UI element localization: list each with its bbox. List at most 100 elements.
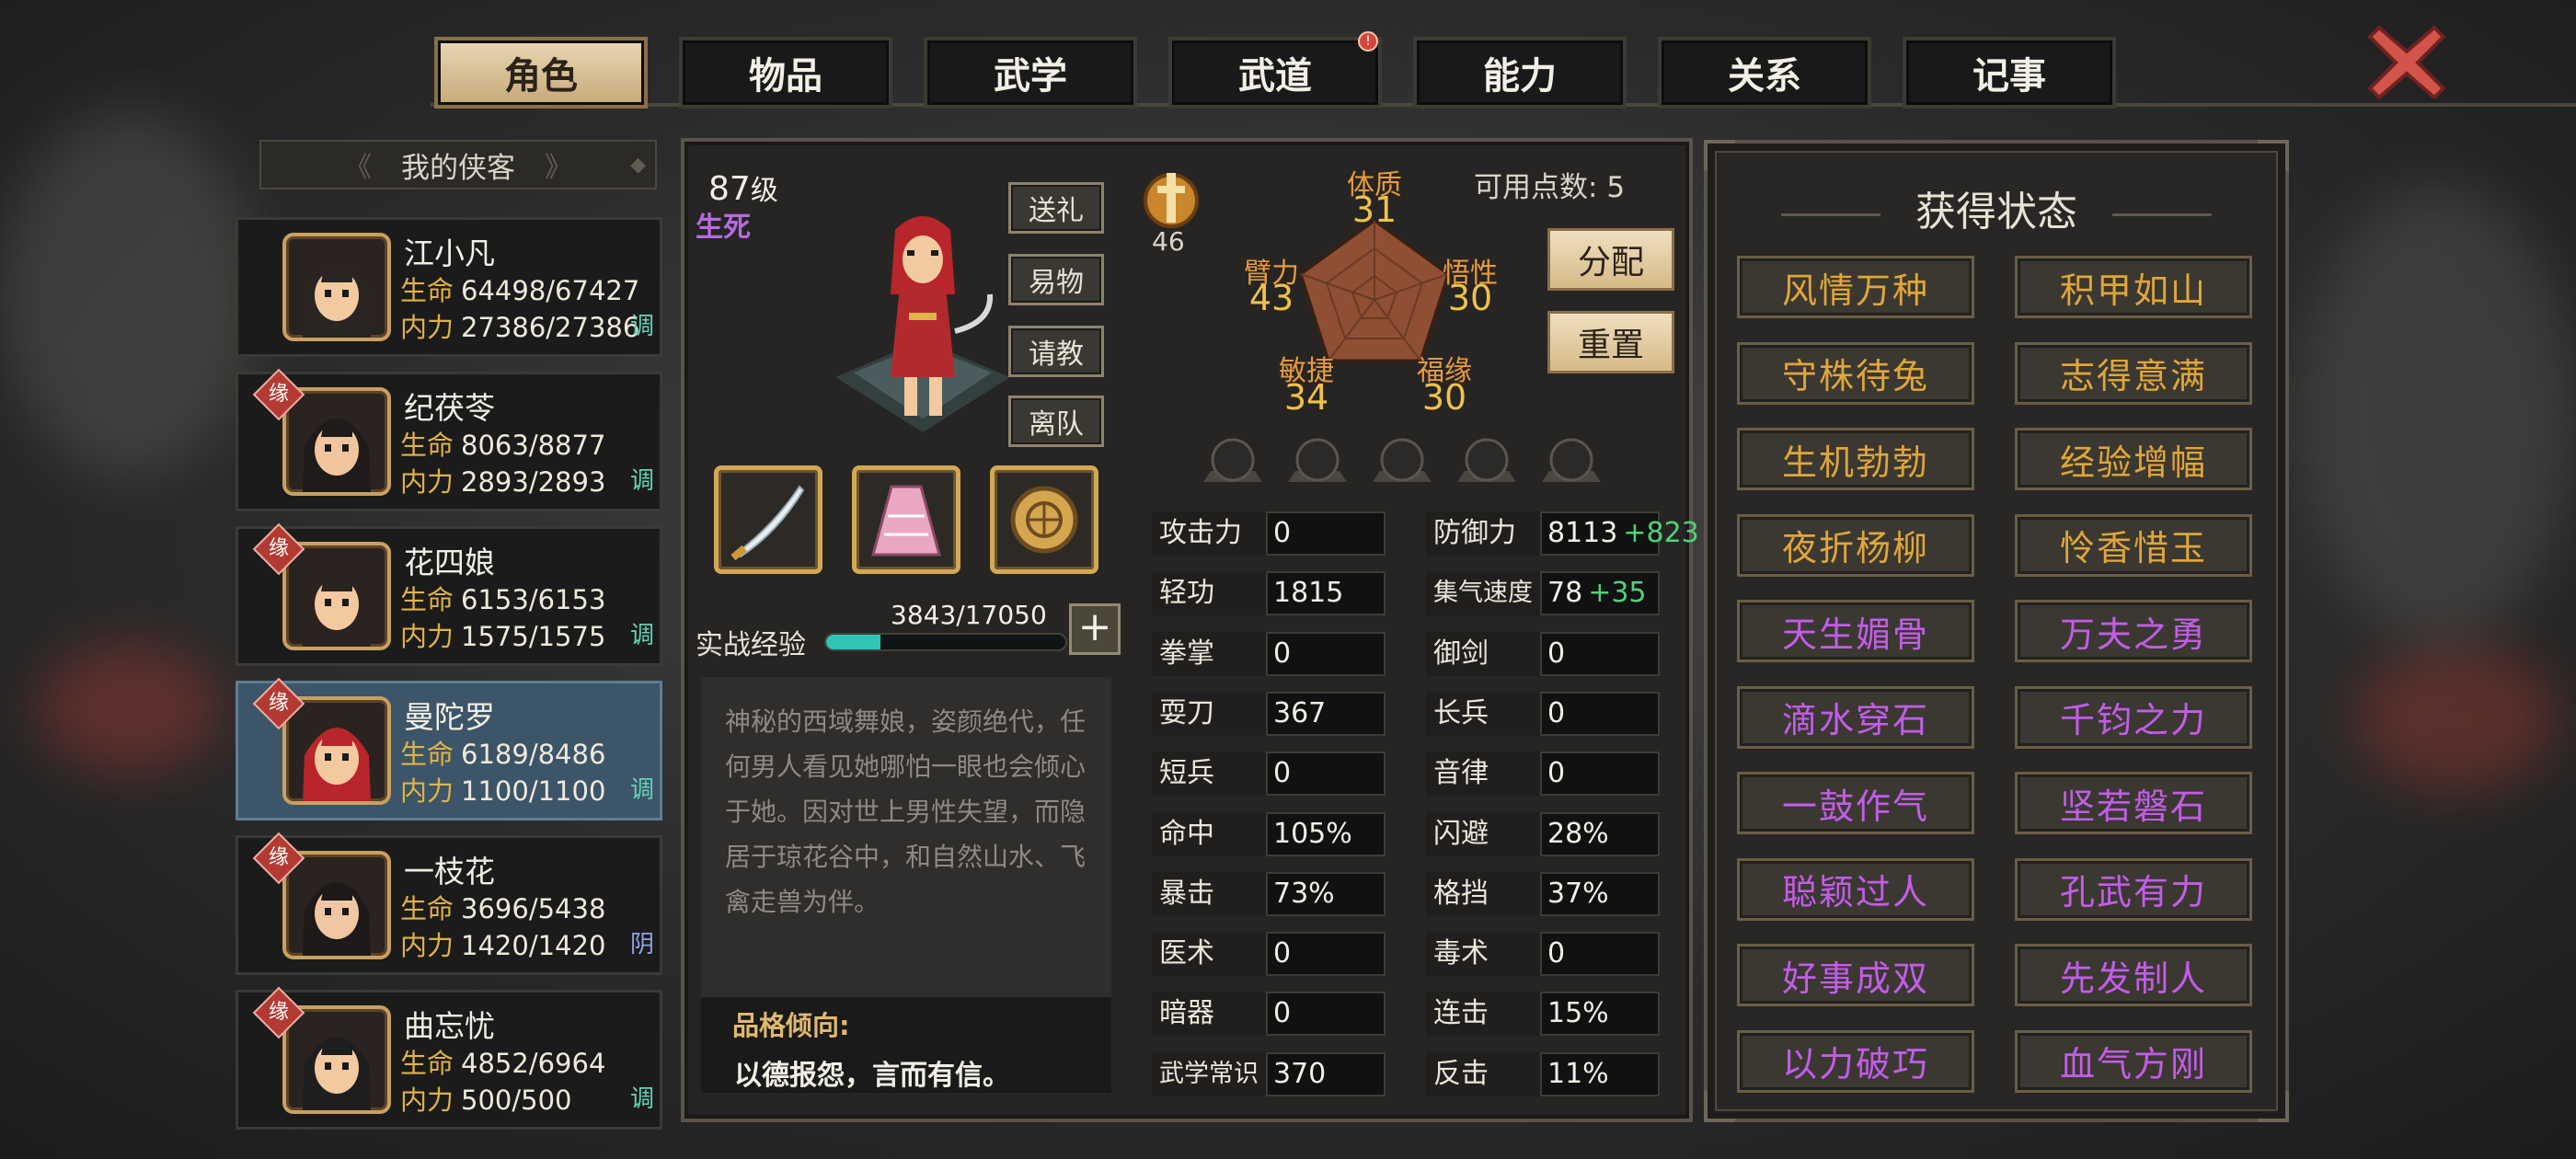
trade-button[interactable]: 易物 xyxy=(1008,254,1104,305)
gift-button[interactable]: 送礼 xyxy=(1008,182,1104,234)
status-effect-button[interactable]: 坚若磐石 xyxy=(2015,772,2252,834)
notification-badge: ! xyxy=(1358,31,1378,52)
socket-icon[interactable] xyxy=(1454,434,1520,489)
stat-number: 1815 xyxy=(1273,577,1344,609)
status-panel-title: 获得状态 xyxy=(1915,189,2077,235)
roster-item[interactable]: 缘一枝花 生命 3696/5438 内力 1420/1420 阴 xyxy=(236,832,662,975)
stat-value: 0 xyxy=(1540,752,1660,796)
stat-number: 0 xyxy=(1547,637,1566,670)
tab-0[interactable]: 角色 xyxy=(434,37,648,109)
status-effect-button[interactable]: 滴水穿石 xyxy=(1737,685,1974,749)
stat-label: 轻功 xyxy=(1152,571,1266,615)
stat-value: 28% xyxy=(1540,812,1660,856)
roster-name: 花四娘 xyxy=(404,545,495,580)
tab-3[interactable]: 武道 xyxy=(1168,37,1382,109)
hp-line: 生命 6189/8486 xyxy=(400,733,605,772)
reset-button[interactable]: 重置 xyxy=(1547,311,1674,373)
status-tag: 调 xyxy=(629,467,654,495)
corner-ornament xyxy=(2258,1091,2289,1122)
roster-name: 曼陀罗 xyxy=(404,699,495,735)
stat-row-left: 攻击力 0 xyxy=(1152,508,1391,556)
stat-row-right: 防御力 8113 +823 xyxy=(1426,508,1699,556)
tab-6[interactable]: 记事 xyxy=(1903,37,2116,109)
status-effect-button[interactable]: 孔武有力 xyxy=(2015,857,2252,921)
tab-5[interactable]: 关系 xyxy=(1658,37,1871,109)
status-effect-button[interactable]: 夜折杨柳 xyxy=(1737,513,1974,577)
status-effect-button[interactable]: 怜香惜玉 xyxy=(2015,513,2252,577)
status-effect-button[interactable]: 积甲如山 xyxy=(2015,256,2252,318)
stat-label: 武学常识 xyxy=(1152,1052,1266,1096)
status-effect-button[interactable]: 经验增幅 xyxy=(2015,428,2252,490)
hp-label: 生命 xyxy=(400,893,454,924)
stat-label: 御剑 xyxy=(1426,632,1540,676)
tab-2[interactable]: 武学 xyxy=(924,37,1137,109)
mp-line: 内力 2893/2893 xyxy=(400,461,605,499)
stat-row-left: 暗器 0 xyxy=(1152,988,1391,1036)
corner-ornament xyxy=(1704,1091,1735,1122)
stat-row-right: 集气速度 78 +35 xyxy=(1426,568,1665,615)
mp-line: 内力 1420/1420 xyxy=(400,924,605,963)
roster-name: 曲忘忧 xyxy=(404,1008,495,1044)
status-effect-button[interactable]: 万夫之勇 xyxy=(2015,600,2252,662)
status-effect-button[interactable]: 一鼓作气 xyxy=(1737,772,1974,834)
stat-number: 0 xyxy=(1547,937,1566,970)
status-effect-button[interactable]: 志得意满 xyxy=(2015,341,2252,405)
stat-row-right: 音律 0 xyxy=(1426,748,1665,796)
stat-number: 0 xyxy=(1273,997,1292,1029)
learn-button[interactable]: 请教 xyxy=(1008,326,1104,377)
stat-row-right: 毒术 0 xyxy=(1426,928,1665,976)
trait-title: 品格倾向: xyxy=(732,1010,850,1041)
header-left-ornament: 《 xyxy=(344,152,372,184)
socket-icon[interactable] xyxy=(1538,434,1604,489)
status-effect-button[interactable]: 血气方刚 xyxy=(2015,1029,2252,1093)
leave-party-button[interactable]: 离队 xyxy=(1008,396,1104,447)
roster-item[interactable]: 缘 纪茯苓 生命 8063/8877 内力 2893/2893 调 xyxy=(236,368,662,511)
status-effect-button[interactable]: 守株待兔 xyxy=(1737,341,1974,405)
roster-item[interactable]: 缘 曼陀罗 生命 6189/8486 内力 1100/1100 调 xyxy=(236,677,662,820)
equip-slot-armor[interactable] xyxy=(852,465,960,574)
level-display: 87级 xyxy=(708,170,778,208)
equip-slot-accessory[interactable] xyxy=(990,465,1098,574)
tab-4[interactable]: 能力 xyxy=(1413,37,1627,109)
roster-item[interactable]: 缘 曲忘忧 生命 4852/6964 内力 500/500 调 xyxy=(236,986,662,1130)
corner-ornament xyxy=(2258,140,2289,171)
available-points: 可用点数: 5 xyxy=(1474,171,1626,204)
status-tag: 阴 xyxy=(629,931,654,958)
stat-number: 0 xyxy=(1547,757,1566,789)
add-exp-button[interactable]: + xyxy=(1069,603,1121,655)
equip-slot-weapon[interactable] xyxy=(714,465,822,574)
socket-icon[interactable] xyxy=(1200,434,1266,489)
allocate-button[interactable]: 分配 xyxy=(1547,228,1674,291)
attribute-radar-chart xyxy=(1299,219,1450,362)
stat-value: 73% xyxy=(1266,872,1386,916)
stat-label: 医术 xyxy=(1152,932,1266,976)
status-effect-button[interactable]: 风情万种 xyxy=(1737,256,1974,318)
medal-icon[interactable] xyxy=(1139,166,1203,230)
roster-item[interactable]: 江小凡 生命 64498/67427 内力 27386/27386 调 xyxy=(236,217,662,357)
stat-value: 78 +35 xyxy=(1540,571,1660,615)
stat-row-left: 武学常识 370 xyxy=(1152,1049,1391,1096)
status-effect-button[interactable]: 先发制人 xyxy=(2015,944,2252,1006)
status-effect-button[interactable]: 聪颖过人 xyxy=(1737,857,1974,921)
status-effect-button[interactable]: 生机勃勃 xyxy=(1737,428,1974,490)
status-effect-button[interactable]: 千钧之力 xyxy=(2015,685,2252,749)
status-effect-button[interactable]: 以力破巧 xyxy=(1737,1029,1974,1093)
hp-line: 生命 6153/6153 xyxy=(400,579,605,617)
avatar xyxy=(282,851,391,959)
close-icon[interactable] xyxy=(2363,18,2451,107)
roster-item[interactable]: 缘花四娘 生命 6153/6153 内力 1575/1575 调 xyxy=(236,522,662,666)
status-effect-button[interactable]: 天生媚骨 xyxy=(1737,600,1974,662)
tab-1[interactable]: 物品 xyxy=(679,37,892,109)
stat-number: 0 xyxy=(1273,937,1292,970)
mp-value: 1575/1575 xyxy=(461,621,606,652)
mp-line: 内力 27386/27386 xyxy=(400,306,639,345)
stat-value: 11% xyxy=(1540,1052,1660,1096)
socket-icon[interactable] xyxy=(1284,434,1351,489)
socket-icon[interactable] xyxy=(1369,434,1435,489)
mp-label: 内力 xyxy=(400,621,454,652)
status-effect-button[interactable]: 好事成双 xyxy=(1737,944,1974,1006)
stat-row-right: 御剑 0 xyxy=(1426,628,1665,676)
roster-name: 纪茯苓 xyxy=(404,390,495,426)
stat-value: 8113 +823 xyxy=(1540,511,1699,556)
mp-label: 内力 xyxy=(400,466,454,498)
